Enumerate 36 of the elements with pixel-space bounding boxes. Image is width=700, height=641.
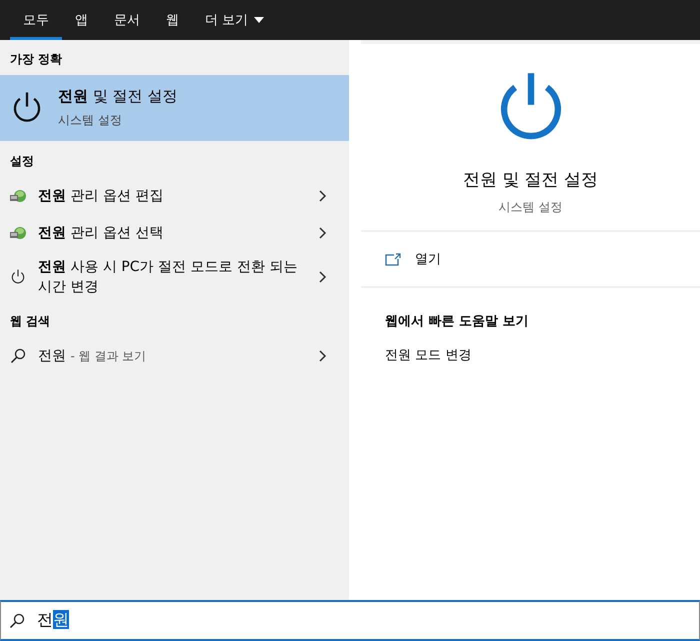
result-title: 전원 및 절전 설정 bbox=[58, 87, 178, 106]
tab[interactable]: 웹 bbox=[153, 0, 192, 40]
result-subtitle: 시스템 설정 bbox=[58, 112, 123, 129]
preview-title: 전원 및 절전 설정 bbox=[462, 169, 598, 191]
tab[interactable]: 앱 bbox=[62, 0, 101, 40]
control-panel-icon bbox=[9, 188, 27, 204]
item-label: 전원 사용 시 PC가 절전 모드로 전환 되는 시간 변경 bbox=[38, 258, 298, 297]
chevron-icon bbox=[319, 226, 327, 238]
item-label: 전원 관리 옵션 선택 bbox=[38, 224, 164, 242]
chevron-icon bbox=[319, 271, 327, 283]
item-label: 전원 관리 옵션 편집 bbox=[38, 186, 164, 206]
tab[interactable]: 문서 bbox=[101, 0, 153, 40]
section-heading: 설정 bbox=[9, 153, 35, 170]
control-panel-icon bbox=[9, 224, 27, 240]
settings-item[interactable]: 전원 사용 시 PC가 절전 모드로 전환 되는 시간 변경 bbox=[0, 251, 349, 303]
chevron-icon bbox=[319, 350, 327, 362]
web-hint: - 웹 결과 보기 bbox=[70, 348, 146, 362]
help-link[interactable]: 전원 모드 변경 bbox=[361, 330, 700, 364]
tab[interactable]: 더 보기 bbox=[192, 0, 278, 40]
chevron-icon bbox=[319, 190, 327, 202]
search-icon bbox=[10, 348, 26, 364]
power-icon bbox=[10, 269, 26, 285]
preview-subtitle: 시스템 설정 bbox=[498, 199, 562, 216]
web-search-item[interactable]: 전원 - 웹 결과 보기 bbox=[0, 337, 349, 374]
section-heading: 가장 정확 bbox=[9, 51, 64, 68]
open-button[interactable]: 열기 bbox=[361, 242, 465, 276]
caret-icon bbox=[254, 17, 264, 23]
settings-item[interactable]: 전원 관리 옵션 선택 bbox=[0, 214, 349, 251]
search-icon bbox=[9, 612, 25, 628]
section-heading: 웹 검색 bbox=[9, 313, 52, 330]
best-match-item[interactable]: 전원 및 절전 설정 시스템 설정 bbox=[0, 75, 349, 141]
web-query: 전원 bbox=[38, 348, 66, 364]
help-heading: 웹에서 빠른 도움말 보기 bbox=[384, 313, 530, 330]
open-icon bbox=[385, 252, 401, 266]
settings-item[interactable]: 전원 관리 옵션 편집 bbox=[0, 177, 349, 214]
search-field[interactable]: 전원 bbox=[0, 600, 700, 641]
